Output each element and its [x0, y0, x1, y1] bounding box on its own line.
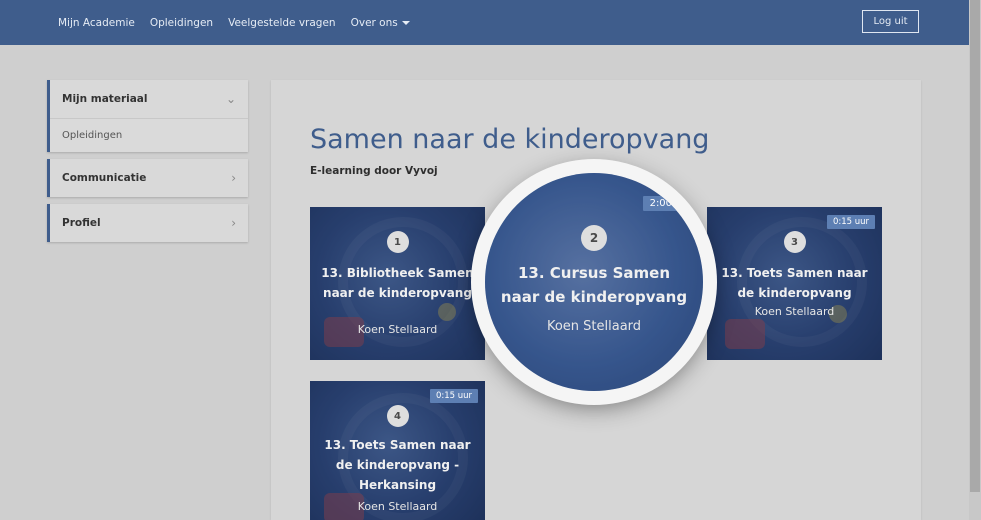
- duration-badge: 2:00 uur: [642, 196, 699, 211]
- sidebar: Mijn materiaal ⌄ Opleidingen Communicati…: [47, 80, 248, 249]
- card-author: Koen Stellaard: [754, 305, 835, 318]
- course-card-4[interactable]: 0:15 uur 4 13. Toets Samen naar de kinde…: [310, 381, 485, 520]
- nav-veelgestelde-vragen[interactable]: Veelgestelde vragen: [228, 17, 336, 29]
- nav-over-ons[interactable]: Over ons: [351, 17, 410, 29]
- sidebar-section-mijn-materiaal: Mijn materiaal ⌄ Opleidingen: [47, 80, 248, 152]
- course-card-1[interactable]: 1 13. Bibliotheek Samen naar de kinderop…: [310, 207, 485, 360]
- nav-label: Veelgestelde vragen: [228, 16, 336, 29]
- course-card-3[interactable]: 0:15 uur 3 13. Toets Samen naar de kinde…: [707, 207, 882, 360]
- page-title: Samen naar de kinderopvang: [310, 124, 710, 155]
- card-title: 13. Bibliotheek Samen naar de kinderopva…: [321, 266, 474, 300]
- duration-badge: 0:15 uur: [429, 389, 478, 403]
- top-navbar: Mijn Academie Opleidingen Veelgestelde v…: [0, 0, 969, 45]
- magnifier-lens: 2:00 uur 2 13. Cursus Samen naar de kind…: [475, 163, 713, 401]
- chevron-down-icon: ⌄: [225, 92, 236, 106]
- sidebar-section-profiel: Profiel ›: [47, 204, 248, 242]
- card-number: 4: [386, 405, 409, 427]
- chevron-right-icon: ›: [231, 171, 236, 185]
- nav-label: Opleidingen: [149, 16, 214, 29]
- sidebar-section-communicatie: Communicatie ›: [47, 159, 248, 197]
- sidebar-title: Communicatie: [62, 172, 147, 184]
- card-number: 3: [783, 231, 806, 253]
- main-nav: Mijn Academie Opleidingen Veelgestelde v…: [58, 0, 425, 45]
- card-title: 13. Toets Samen naar de kinderopvang: [721, 266, 868, 300]
- sidebar-item-opleidingen[interactable]: Opleidingen: [50, 118, 248, 152]
- chevron-right-icon: ›: [231, 216, 236, 230]
- card-author: Koen Stellaard: [546, 319, 642, 334]
- nav-opleidingen[interactable]: Opleidingen: [150, 17, 213, 29]
- card-number: 2: [581, 225, 607, 251]
- card-title: 13. Toets Samen naar de kinderopvang - H…: [324, 438, 471, 492]
- sidebar-title: Mijn materiaal: [62, 93, 148, 105]
- sidebar-header-mijn-materiaal[interactable]: Mijn materiaal ⌄: [50, 80, 248, 118]
- page-subtitle: E-learning door Vyvoj: [310, 165, 438, 177]
- card-number: 1: [386, 231, 409, 253]
- nav-label: Mijn Academie: [58, 16, 135, 29]
- sidebar-title: Profiel: [62, 217, 101, 229]
- caret-down-icon: [401, 20, 410, 25]
- logout-button[interactable]: Log uit: [862, 10, 919, 33]
- sidebar-header-profiel[interactable]: Profiel ›: [50, 204, 248, 242]
- nav-label: Over ons: [350, 16, 398, 29]
- card-author: Koen Stellaard: [357, 500, 438, 513]
- duration-badge: 0:15 uur: [826, 215, 875, 229]
- scrollbar-thumb[interactable]: [970, 0, 980, 492]
- card-title: 13. Cursus Samen naar de kinderopvang: [500, 264, 688, 306]
- nav-mijn-academie[interactable]: Mijn Academie: [58, 17, 135, 29]
- sidebar-header-communicatie[interactable]: Communicatie ›: [50, 159, 248, 197]
- card-author: Koen Stellaard: [357, 323, 438, 336]
- course-card-2[interactable]: 2:00 uur 2 13. Cursus Samen naar de kind…: [485, 173, 703, 391]
